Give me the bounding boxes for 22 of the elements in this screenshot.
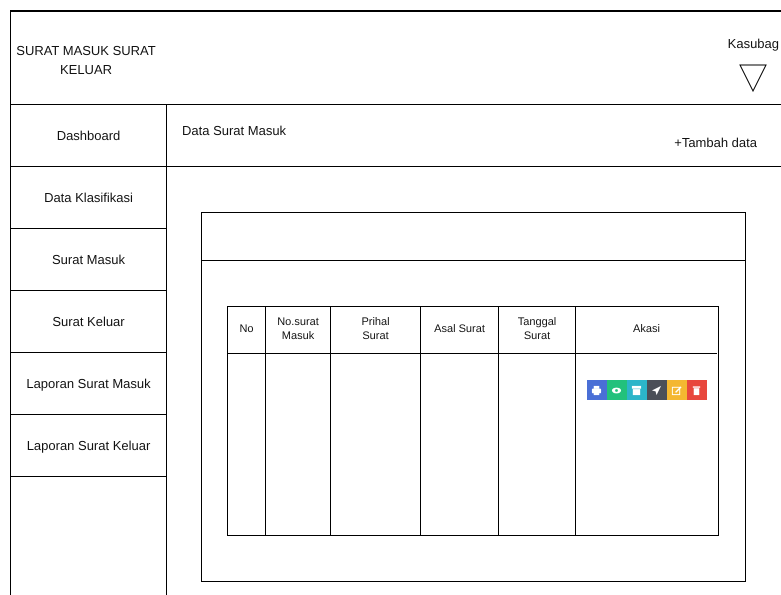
column-header: Tanggal Surat: [516, 316, 558, 344]
view-button[interactable]: [606, 380, 626, 400]
send-button[interactable]: [646, 380, 666, 400]
column-header: No.surat Masuk: [276, 316, 320, 344]
dropdown-triangle-icon[interactable]: [739, 64, 768, 92]
edit-button[interactable]: [666, 380, 686, 400]
archive-icon: [631, 384, 642, 396]
column-header: Prihal Surat: [360, 316, 391, 344]
page-title: Data Surat Masuk: [182, 122, 286, 139]
column-header: Akasi: [633, 323, 660, 337]
print-button[interactable]: [586, 380, 606, 400]
user-name[interactable]: Kasubag: [728, 34, 779, 54]
delete-button[interactable]: [686, 380, 706, 400]
app-title: SURAT MASUK SURAT KELUAR: [15, 42, 157, 79]
add-data-link[interactable]: +Tambah data: [674, 133, 757, 151]
view-icon: [611, 384, 622, 396]
edit-icon: [671, 384, 682, 396]
send-icon: [651, 384, 662, 396]
column-header: No: [239, 323, 254, 337]
delete-icon: [691, 384, 702, 396]
print-icon: [591, 384, 602, 396]
column-header: Asal Surat: [434, 323, 485, 337]
